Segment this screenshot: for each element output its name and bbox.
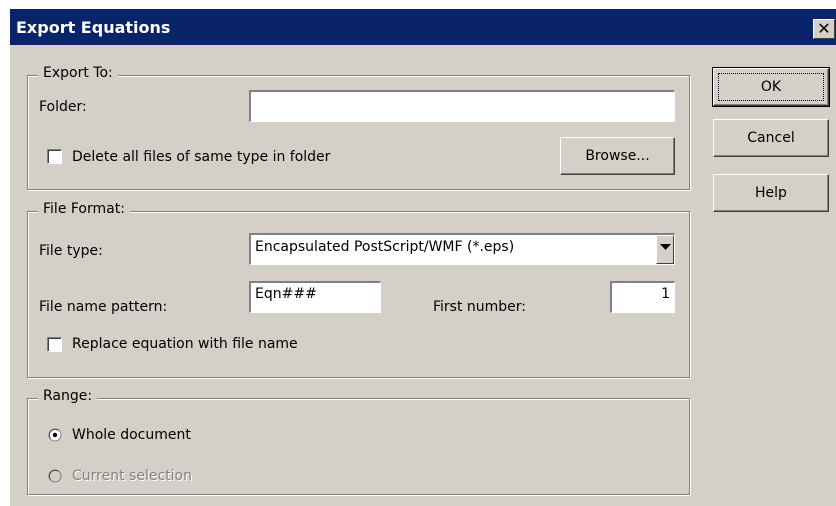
title-bar[interactable]: Export Equations ✕ [10,9,836,45]
delete-files-label[interactable]: Delete all files of same type in folder [72,149,330,165]
ok-button-label: OK [760,79,782,95]
delete-files-checkbox[interactable] [47,149,62,164]
file-format-legend: File Format: [38,201,130,217]
export-equations-dialog: Export Equations ✕ Export To: Folder: De… [9,8,836,506]
folder-label: Folder: [39,99,87,115]
replace-equation-label[interactable]: Replace equation with file name [72,336,298,352]
export-to-legend: Export To: [38,65,118,81]
ok-button[interactable]: OK [712,67,830,107]
file-type-value: Encapsulated PostScript/WMF (*.eps) [255,239,515,255]
cancel-button[interactable]: Cancel [713,119,829,157]
first-number-input[interactable]: 1 [610,281,675,313]
help-button-label: Help [755,185,787,201]
help-button[interactable]: Help [713,174,829,212]
dialog-title: Export Equations [16,18,171,37]
dropdown-button[interactable] [656,235,674,264]
radio-disabled-icon[interactable] [48,469,62,483]
range-legend: Range: [38,388,98,404]
chevron-down-icon [660,244,671,250]
close-button[interactable]: ✕ [813,19,835,39]
cancel-button-label: Cancel [747,130,795,146]
folder-input[interactable] [249,90,675,122]
close-icon: ✕ [817,19,831,38]
current-selection-label[interactable]: Current selection [72,468,192,484]
first-number-label: First number: [433,299,527,315]
whole-document-label[interactable]: Whole document [72,427,191,443]
browse-button-label: Browse... [585,148,650,164]
file-name-pattern-label: File name pattern: [39,299,168,315]
file-name-pattern-input[interactable]: Eqn### [249,281,381,313]
file-type-select[interactable]: Encapsulated PostScript/WMF (*.eps) [249,233,675,265]
file-type-label: File type: [39,243,103,259]
replace-equation-checkbox[interactable] [47,337,62,352]
radio-selected-icon[interactable] [48,428,62,442]
browse-button[interactable]: Browse... [560,137,675,175]
